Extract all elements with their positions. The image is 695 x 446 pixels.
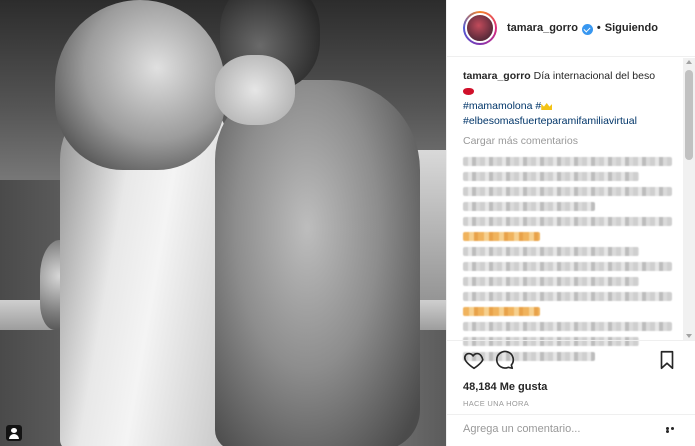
crown-emoji-icon — [541, 103, 553, 111]
comment-icon[interactable] — [493, 349, 515, 371]
post-caption: tamara_gorro Día internacional del beso … — [463, 69, 683, 129]
instagram-post: tamara_gorro • Siguiendo tamara_gorro Dí… — [0, 0, 695, 446]
list-item — [463, 292, 672, 301]
comment-input[interactable] — [463, 423, 678, 435]
scroll-up-icon[interactable] — [686, 60, 692, 64]
load-more-comments-link[interactable]: Cargar más comentarios — [463, 135, 683, 147]
list-item — [463, 307, 540, 316]
verified-badge-icon — [581, 23, 593, 35]
action-icons — [463, 349, 680, 373]
lips-emoji-icon — [463, 87, 474, 95]
header-separator: • — [596, 22, 601, 34]
add-comment-bar — [447, 414, 695, 446]
likes-count[interactable]: 48,184 Me gusta — [463, 381, 680, 393]
post-side-panel: tamara_gorro • Siguiendo tamara_gorro Dí… — [446, 0, 695, 446]
comments-scrollbar[interactable] — [683, 58, 695, 340]
photo-hand — [215, 55, 295, 125]
list-item — [463, 322, 672, 331]
photo-woman-hair — [55, 0, 225, 170]
post-actions: 48,184 Me gusta HACE UNA HORA — [447, 340, 695, 414]
comments-section: tamara_gorro Día internacional del beso … — [447, 57, 683, 361]
heart-icon[interactable] — [463, 349, 485, 371]
post-photo[interactable] — [0, 0, 446, 446]
bookmark-icon[interactable] — [656, 349, 678, 371]
list-item — [463, 247, 639, 256]
scrollbar-thumb[interactable] — [685, 70, 693, 160]
list-item — [463, 187, 672, 196]
hashtag-link[interactable]: #mamamolona — [463, 100, 532, 112]
caption-username[interactable]: tamara_gorro — [463, 70, 531, 82]
following-button[interactable]: Siguiendo — [605, 22, 658, 34]
post-header: tamara_gorro • Siguiendo — [447, 0, 695, 57]
list-item — [463, 232, 540, 241]
caption-text: Día internacional del beso — [533, 70, 656, 82]
list-item — [463, 172, 639, 181]
list-item — [463, 157, 672, 166]
avatar[interactable] — [463, 11, 497, 45]
photo-man — [215, 80, 420, 446]
scroll-down-icon[interactable] — [686, 334, 692, 338]
list-item — [463, 262, 672, 271]
list-item — [463, 202, 595, 211]
header-username[interactable]: tamara_gorro — [507, 22, 578, 34]
hashtag-link[interactable]: # — [535, 100, 541, 112]
list-item — [463, 277, 639, 286]
hashtag-link[interactable]: #elbesomasfuerteparamifamiliavirtual — [463, 115, 637, 127]
tagged-people-icon[interactable] — [6, 425, 22, 441]
more-options-icon[interactable] — [666, 427, 680, 433]
pixelated-comments — [463, 157, 683, 361]
post-timestamp[interactable]: HACE UNA HORA — [463, 399, 680, 408]
list-item — [463, 217, 672, 226]
